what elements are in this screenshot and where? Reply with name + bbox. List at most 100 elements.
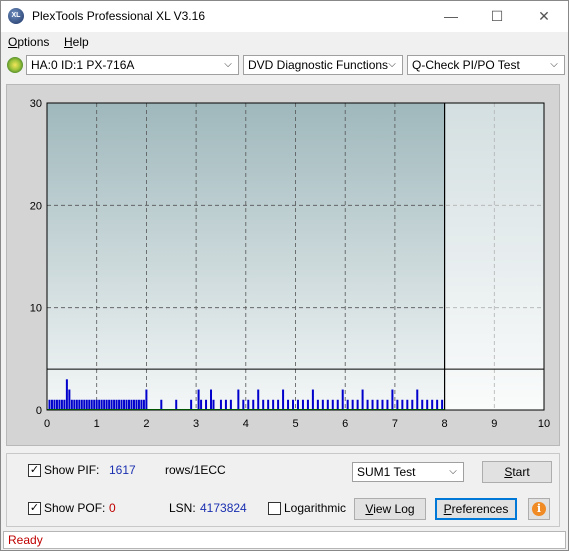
pof-value: 0: [109, 501, 116, 515]
pif-bar: [306, 399, 309, 410]
pif-bar: [282, 389, 285, 410]
info-button[interactable]: i: [528, 498, 550, 520]
pif-bar: [142, 399, 145, 410]
start-label: tart: [512, 465, 530, 479]
chart-panel: 0 1 2 3 4 5 6 7 8 9 10 0 10 20 30: [6, 84, 560, 446]
menu-help-label: elp: [72, 35, 89, 49]
rows-ecc-label: rows/1ECC: [165, 463, 226, 477]
logarithmic-label: Logarithmic: [284, 501, 347, 515]
maximize-button[interactable]: ☐: [474, 1, 520, 32]
pif-bar: [113, 399, 116, 410]
pif-bar: [200, 399, 203, 410]
menu-help[interactable]: Help: [64, 35, 89, 49]
y-tick-label: 30: [30, 98, 42, 110]
start-button[interactable]: Start: [482, 461, 552, 483]
pif-bar: [83, 399, 86, 410]
menu-options[interactable]: Options: [8, 35, 49, 49]
x-tick-label: 2: [143, 418, 149, 430]
close-button[interactable]: ✕: [521, 1, 567, 32]
pif-bar: [145, 389, 148, 410]
x-tick-label: 6: [342, 418, 348, 430]
x-tick-label: 8: [442, 418, 448, 430]
pif-bar: [130, 399, 133, 410]
app-icon: XL: [8, 8, 24, 24]
pif-bar: [132, 399, 135, 410]
x-tick-label: 5: [292, 418, 298, 430]
drive-select-value: HA:0 ID:1 PX-716A: [31, 58, 135, 72]
pif-bar: [257, 389, 260, 410]
pif-bar: [426, 399, 429, 410]
pif-bar: [262, 399, 265, 410]
test-select[interactable]: Q-Check PI/PO Test ⌵: [407, 55, 565, 75]
logarithmic-checkbox[interactable]: [268, 502, 281, 515]
unscanned-region: [444, 103, 544, 410]
pif-bar: [108, 399, 111, 410]
pif-bar: [120, 399, 123, 410]
pif-bar: [55, 399, 58, 410]
pif-bar: [95, 399, 98, 410]
sum-test-select[interactable]: SUM1 Test ⌵: [352, 462, 464, 482]
pif-bar: [140, 399, 143, 410]
pif-bar: [210, 389, 213, 410]
pif-bar: [326, 399, 329, 410]
pif-bar: [361, 389, 364, 410]
pif-value: 1617: [109, 463, 136, 477]
chevron-down-icon: ⌵: [388, 59, 396, 70]
pif-bar: [85, 399, 88, 410]
pif-bar: [431, 399, 434, 410]
pif-bar: [58, 399, 61, 410]
status-text: Ready: [8, 533, 43, 547]
title-bar: XL PlexTools Professional XL V3.16 — ☐ ✕: [1, 1, 568, 32]
app-window: XL PlexTools Professional XL V3.16 — ☐ ✕…: [0, 0, 569, 551]
pif-bar: [60, 399, 63, 410]
pif-bar: [351, 399, 354, 410]
pif-bar: [98, 399, 101, 410]
pif-bar: [123, 399, 126, 410]
chevron-down-icon: ⌵: [449, 466, 457, 477]
status-bar: Ready: [3, 531, 566, 549]
pif-bar: [311, 389, 314, 410]
pif-bar: [247, 399, 250, 410]
view-log-button[interactable]: View Log: [354, 498, 426, 520]
show-pif-checkbox[interactable]: ✓: [28, 464, 41, 477]
pif-bar: [277, 399, 280, 410]
pif-bar: [93, 399, 96, 410]
pif-bar: [100, 399, 103, 410]
chevron-down-icon: ⌵: [550, 59, 558, 70]
menu-options-mnemonic: O: [8, 35, 18, 49]
pif-bar: [105, 399, 108, 410]
pif-bar: [70, 399, 73, 410]
pif-bar: [386, 399, 389, 410]
show-pof-checkbox[interactable]: ✓: [28, 502, 41, 515]
pif-bar: [160, 399, 163, 410]
pif-bar: [292, 399, 295, 410]
pif-bar: [128, 399, 131, 410]
pif-bar: [53, 399, 56, 410]
pif-bar: [135, 399, 138, 410]
pif-bar: [103, 399, 106, 410]
pif-bar: [346, 399, 349, 410]
info-icon: i: [532, 502, 546, 516]
preferences-button[interactable]: Preferences: [435, 498, 517, 520]
pif-bar: [75, 399, 78, 410]
pif-bar: [411, 399, 414, 410]
drive-select[interactable]: HA:0 ID:1 PX-716A ⌵: [26, 55, 239, 75]
disc-drive-icon: [7, 57, 23, 73]
minimize-button[interactable]: —: [428, 1, 474, 32]
pif-bar: [115, 399, 118, 410]
pif-bar: [175, 399, 178, 410]
pif-bar: [73, 399, 76, 410]
sum-test-select-value: SUM1 Test: [357, 465, 416, 479]
function-select[interactable]: DVD Diagnostic Functions ⌵: [243, 55, 403, 75]
x-tick-label: 0: [44, 418, 50, 430]
lsn-label: LSN:: [169, 501, 196, 515]
pif-bar: [406, 399, 409, 410]
pif-bar: [110, 399, 113, 410]
menu-help-mnemonic: H: [64, 35, 73, 49]
x-tick-label: 3: [193, 418, 199, 430]
x-tick-label: 10: [538, 418, 550, 430]
pif-bar: [267, 399, 270, 410]
x-tick-label: 4: [243, 418, 249, 430]
pif-bar: [229, 399, 232, 410]
pif-bar: [252, 399, 255, 410]
